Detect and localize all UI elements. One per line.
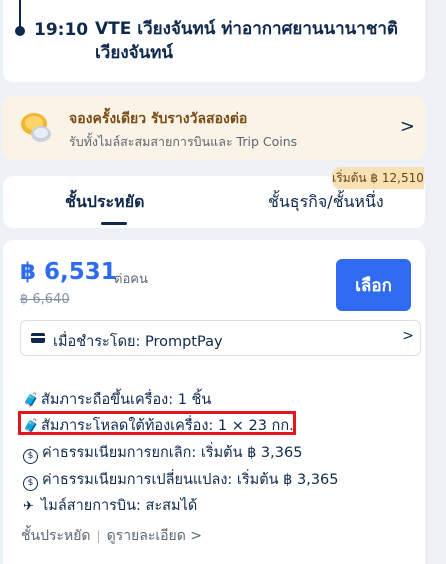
feature-airline-miles: ✈ ไมล์สายการบิน: สะสมได้ bbox=[23, 494, 197, 517]
select-fare-button[interactable]: เลือก bbox=[336, 259, 411, 311]
coins-icon bbox=[21, 113, 51, 142]
feature-carry-on: 🧳 สัมภาระถือขึ้นเครื่อง: 1 ชิ้น bbox=[23, 388, 211, 411]
tab-business-first[interactable]: ชั้นธุรกิจ/ชั้นหนึ่ง bbox=[268, 190, 384, 215]
promo-subtitle: รับทั้งไมล์สะสมสายการบินและ Trip Coins bbox=[69, 134, 298, 149]
tab-economy[interactable]: ชั้นประหยัด bbox=[65, 190, 144, 215]
flight-segment-card: 19:10 VTE เวียงจันทน์ ท่าอากาศยานนานาชาต… bbox=[3, 0, 425, 82]
timeline-dot bbox=[15, 26, 25, 36]
feature-change-fee: $ ค่าธรรมเนียมการเปลี่ยนแปลง: เริ่มต้น ฿ … bbox=[23, 468, 339, 491]
fare-option-card: ฿ 6,531 ต่อคน ฿ 6,640 เลือก เมื่อชำระโดย… bbox=[3, 240, 425, 564]
credit-card-icon bbox=[31, 333, 45, 343]
chevron-right-icon: > bbox=[402, 328, 414, 344]
arrival-time: 19:10 bbox=[34, 20, 89, 40]
from-price-badge: เริ่มต้น ฿ 12,510 bbox=[332, 167, 424, 189]
promo-title: จองครั้งเดียว รับรางวัลสองต่อ bbox=[69, 111, 248, 127]
chevron-right-icon: > bbox=[399, 116, 415, 137]
dollar-icon: $ bbox=[23, 449, 38, 464]
fare-price: ฿ 6,531 bbox=[20, 259, 117, 285]
suitcase-icon: 🧳 bbox=[23, 393, 40, 408]
active-tab-indicator bbox=[101, 222, 127, 225]
feature-text: สัมภาระถือขึ้นเครื่อง: 1 ชิ้น bbox=[41, 392, 212, 408]
fare-class-name: ชั้นประหยัด bbox=[21, 528, 91, 544]
miles-icon: ✈ bbox=[23, 499, 34, 514]
feature-text: ไมล์สายการบิน: สะสมได้ bbox=[41, 498, 198, 514]
divider: | bbox=[96, 529, 101, 543]
dollar-icon: $ bbox=[23, 476, 38, 491]
arrival-airport: VTE เวียงจันทน์ ท่าอากาศยานนานาชาติเวียง… bbox=[95, 19, 398, 63]
details-link[interactable]: ดูรายละเอียด > bbox=[107, 528, 202, 544]
rewards-promo-banner[interactable]: จองครั้งเดียว รับรางวัลสองต่อ รับทั้งไมล… bbox=[3, 96, 425, 160]
original-price: ฿ 6,640 bbox=[20, 292, 70, 307]
feature-cancellation-fee: $ ค่าธรรมเนียมการยกเลิก: เริ่มต้น ฿ 3,365 bbox=[23, 441, 302, 464]
feature-text: ค่าธรรมเนียมการเปลี่ยนแปลง: เริ่มต้น ฿ 3… bbox=[42, 472, 339, 488]
highlight-box bbox=[18, 411, 296, 435]
feature-text: ค่าธรรมเนียมการยกเลิก: เริ่มต้น ฿ 3,365 bbox=[42, 445, 303, 461]
payment-method-row[interactable]: เมื่อชำระโดย: PromptPay > bbox=[20, 320, 421, 356]
fare-footer: ชั้นประหยัด | ดูรายละเอียด > bbox=[21, 525, 202, 547]
per-person-label: ต่อคน bbox=[114, 272, 148, 287]
payment-method-label: เมื่อชำระโดย: PromptPay bbox=[53, 334, 223, 350]
